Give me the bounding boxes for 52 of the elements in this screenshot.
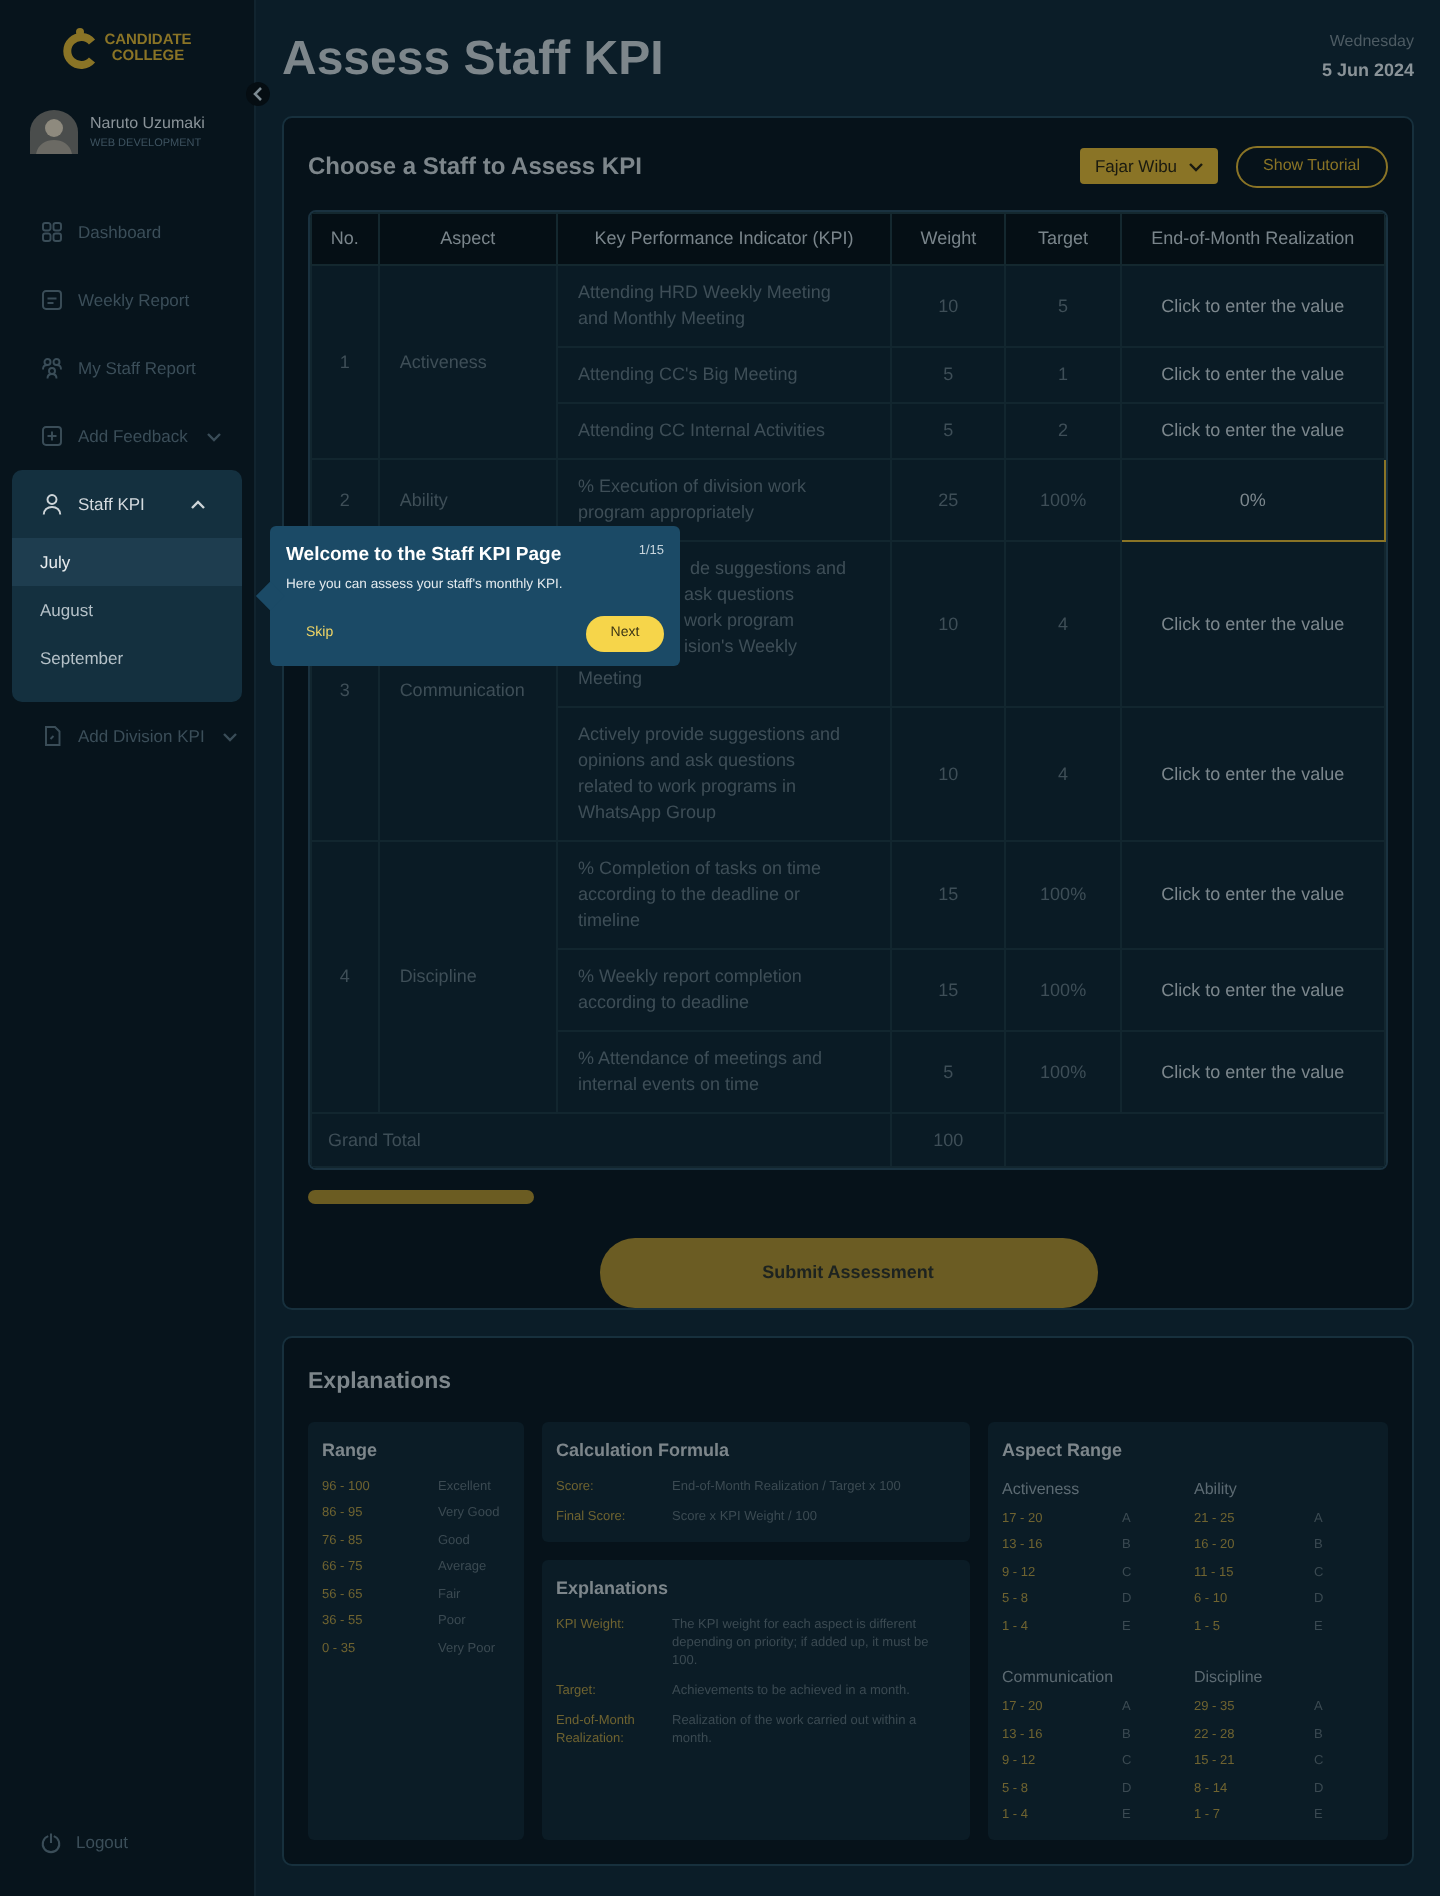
grid-icon	[40, 220, 64, 244]
file-icon	[40, 724, 64, 748]
staff-dropdown[interactable]: Fajar Wibu	[1080, 148, 1218, 184]
column-header: End-of-Month Realization	[1120, 213, 1385, 265]
caret-up-icon	[190, 499, 206, 509]
chevron-left-icon	[252, 86, 264, 102]
submenu-item[interactable]: July	[12, 538, 242, 586]
realization-input[interactable]: Click to enter the value	[1120, 1031, 1385, 1113]
avatar	[30, 110, 78, 154]
realization-input[interactable]: Click to enter the value	[1120, 841, 1385, 949]
column-header: Key Performance Indicator (KPI)	[556, 213, 891, 265]
submenu-item[interactable]: August	[12, 586, 242, 634]
realization-input[interactable]: Click to enter the value	[1120, 707, 1385, 841]
submenu-item[interactable]: September	[12, 634, 242, 682]
caret-down-icon	[205, 431, 222, 441]
document-icon	[40, 288, 64, 312]
panel-title: Explanations	[556, 1576, 671, 1602]
column-header: Aspect	[378, 213, 557, 265]
column-header: Target	[1005, 213, 1121, 265]
card-title: Explanations	[308, 1368, 454, 1398]
realization-input[interactable]: Click to enter the value	[1120, 403, 1385, 459]
collapse-button[interactable]	[246, 82, 270, 106]
scrollbar[interactable]	[308, 1190, 534, 1204]
card-title: Choose a Staff to Assess KPI	[308, 150, 642, 184]
realization-input[interactable]: Click to enter the value	[1120, 541, 1385, 707]
panel-title: Calculation Formula	[556, 1438, 732, 1464]
aspect-name: Ability	[1194, 1477, 1239, 1501]
date-text: 5 Jun 2024	[1321, 58, 1414, 84]
realization-input[interactable]: Click to enter the value	[1120, 265, 1385, 347]
people-icon	[40, 356, 64, 380]
caret-down-icon	[222, 731, 239, 741]
plus-icon	[40, 424, 64, 448]
realization-input[interactable]: Click to enter the value	[1120, 949, 1385, 1031]
sidebar-item[interactable]: Staff KPI	[12, 470, 242, 538]
submit-button[interactable]: Submit Assessment	[599, 1238, 1097, 1308]
tutorial-button[interactable]: Show Tutorial	[1235, 145, 1388, 187]
logout-icon	[40, 1832, 62, 1855]
profile-name: Naruto Uzumaki	[90, 111, 205, 136]
aspect-name: Discipline	[1194, 1666, 1265, 1690]
aspect-name: Activeness	[1002, 1477, 1082, 1501]
user-icon	[40, 492, 64, 516]
aspect-name: Communication	[1002, 1666, 1116, 1690]
panel-title: Range	[322, 1438, 380, 1464]
page-title: Assess Staff KPI	[282, 30, 664, 90]
realization-input[interactable]: 0%	[1120, 459, 1385, 541]
column-header: No.	[311, 213, 379, 265]
logo-icon	[62, 26, 99, 70]
date-day: Wednesday	[1329, 30, 1414, 54]
caret-down-icon	[1187, 161, 1204, 171]
panel-title: Aspect Range	[1002, 1438, 1125, 1464]
column-header: Weight	[891, 213, 1006, 265]
realization-input[interactable]: Click to enter the value	[1120, 347, 1385, 403]
